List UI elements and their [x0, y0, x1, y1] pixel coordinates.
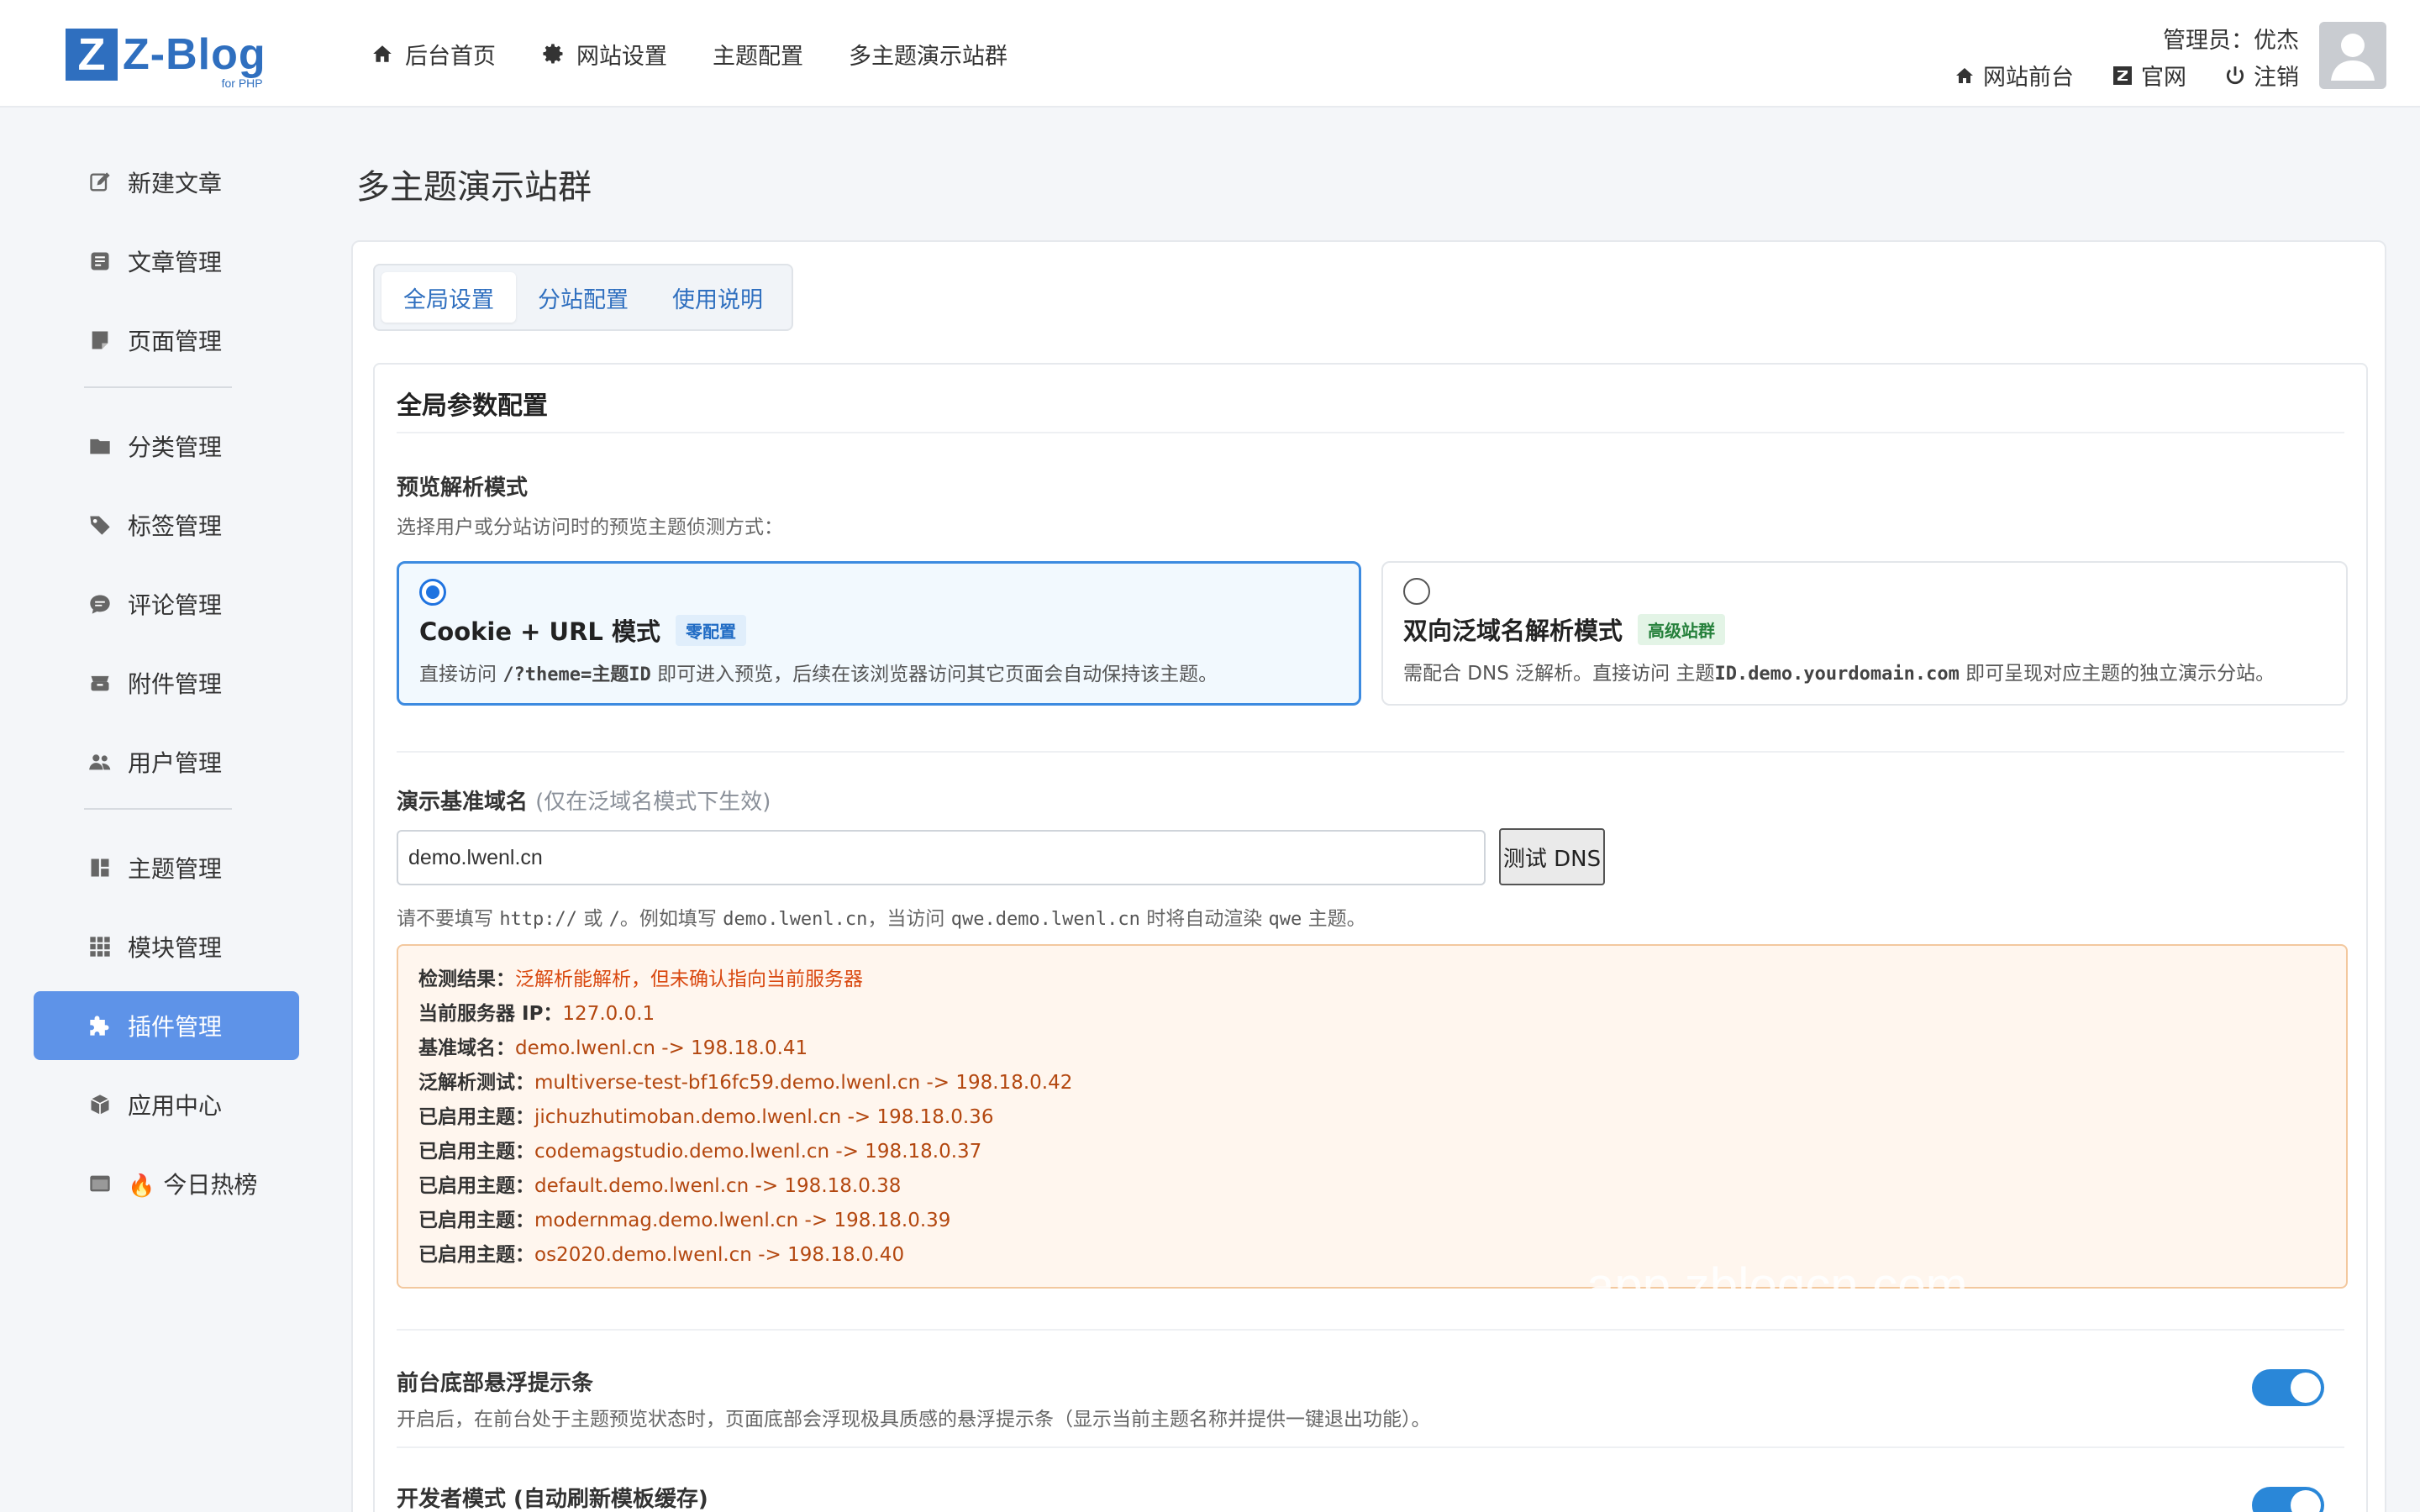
tag-icon: [87, 512, 113, 538]
sidebar-item-tag[interactable]: 标签管理: [34, 491, 299, 559]
radio-wildcard-domain[interactable]: [1403, 578, 1430, 605]
fire-emoji: 🔥: [128, 1173, 155, 1199]
divider: [397, 432, 2344, 433]
logo-name: Z-Blog: [123, 30, 266, 79]
test-dns-button[interactable]: 测试 DNS: [1499, 828, 1605, 885]
link-official[interactable]: 官网: [2111, 59, 2186, 92]
preview-mode-desc: 选择用户或分站访问时的预览主题侦测方式：: [397, 517, 783, 538]
page-title: 多主题演示站群: [356, 168, 592, 207]
box-icon: [87, 1092, 113, 1117]
result-row: 已启用主题：codemagstudio.demo.lwenl.cn -> 198…: [418, 1141, 982, 1163]
result-row: 已启用主题：default.demo.lwenl.cn -> 198.18.0.…: [418, 1175, 902, 1197]
comment-icon: [87, 591, 113, 617]
grid-icon: [87, 934, 113, 959]
result-row: 基准域名：demo.lwenl.cn -> 198.18.0.41: [418, 1037, 808, 1059]
floating-bar-desc: 开启后，在前台处于主题预览状态时，页面底部会浮现极具质感的悬浮提示条（显示当前主…: [397, 1409, 1431, 1431]
sidebar-divider: [84, 386, 232, 388]
sidebar-item-plugin[interactable]: 插件管理: [34, 991, 299, 1060]
badge-zero-config: 零配置: [675, 614, 746, 646]
sidebar-item-comment[interactable]: 评论管理: [34, 570, 299, 638]
home-icon: [370, 41, 395, 66]
article-icon: [87, 249, 113, 274]
theme-icon: [87, 855, 113, 880]
result-row: 泛解析测试：multiverse-test-bf16fc59.demo.lwen…: [418, 1072, 1073, 1094]
dns-result-box: 检测结果：泛解析能解析，但未确认指向当前服务器 当前服务器 IP：127.0.0…: [397, 944, 2348, 1289]
result-row: 已启用主题：jichuzhutimoban.demo.lwenl.cn -> 1…: [418, 1106, 994, 1128]
card-title: 全局参数配置: [397, 391, 548, 421]
sidebar-item-attachment[interactable]: 附件管理: [34, 648, 299, 717]
link-logout[interactable]: 注销: [2223, 59, 2299, 92]
zblog-logo-icon: [2111, 64, 2134, 87]
sidebar-item-hot-list[interactable]: 🔥 今日热榜: [34, 1149, 299, 1218]
option-cookie-url[interactable]: Cookie + URL 模式 零配置 直接访问 /?theme=主题ID 即可…: [397, 561, 1361, 706]
nav-multi-theme[interactable]: 多主题演示站群: [849, 34, 1007, 74]
logo-sub: for PHP: [221, 76, 263, 90]
radio-cookie-url[interactable]: [419, 579, 446, 606]
logo-mark: Z: [66, 29, 118, 81]
window-icon: [87, 1171, 113, 1196]
sidebar-divider: [84, 808, 232, 810]
nav-site-settings[interactable]: 网站设置: [541, 34, 667, 74]
tab-site-config[interactable]: 分站配置: [516, 272, 650, 323]
quick-links: 网站前台 官网 注销: [1953, 59, 2299, 92]
badge-advanced: 高级站群: [1638, 613, 1726, 645]
result-row: 当前服务器 IP：127.0.0.1: [418, 1003, 655, 1025]
option-desc: 直接访问 /?theme=主题ID 即可进入预览，后续在该浏览器访问其它页面会自…: [419, 664, 1218, 685]
watermark: app.zblogcn.com: [1586, 1257, 1968, 1314]
divider: [397, 1446, 2344, 1448]
zblog-logo[interactable]: Z Z-Blog for PHP: [66, 25, 266, 90]
sidebar-item-theme[interactable]: 主题管理: [34, 833, 299, 902]
option-title: 双向泛域名解析模式: [1403, 617, 1623, 645]
nav-theme-config[interactable]: 主题配置: [713, 34, 803, 74]
sidebar-item-page-manage[interactable]: 页面管理: [34, 306, 299, 375]
avatar[interactable]: [2319, 22, 2386, 89]
option-wildcard-domain[interactable]: 双向泛域名解析模式 高级站群 需配合 DNS 泛解析。直接访问 主题ID.dem…: [1381, 561, 2348, 706]
sidebar-item-new-article[interactable]: 新建文章: [34, 148, 299, 217]
admin-label: 管理员：优杰: [2163, 28, 2299, 54]
tab-global-settings[interactable]: 全局设置: [381, 272, 516, 323]
top-header: Z Z-Blog for PHP 后台首页 网站设置 主题配置 多主题演示站群 …: [0, 0, 2420, 108]
sidebar-item-category[interactable]: 分类管理: [34, 412, 299, 480]
sidebar-item-app-center[interactable]: 应用中心: [34, 1070, 299, 1139]
sidebar-item-article-manage[interactable]: 文章管理: [34, 227, 299, 296]
sidebar-item-module[interactable]: 模块管理: [34, 912, 299, 981]
preview-mode-label: 预览解析模式: [397, 475, 529, 501]
header-user-area: 管理员：优杰 网站前台 官网 注销: [1953, 22, 2299, 92]
tab-bar: 全局设置 分站配置 使用说明: [373, 264, 793, 331]
dev-mode-toggle[interactable]: [2252, 1487, 2324, 1512]
top-nav: 后台首页 网站设置 主题配置 多主题演示站群: [370, 34, 1007, 74]
floating-bar-toggle[interactable]: [2252, 1369, 2324, 1406]
dev-mode-label: 开发者模式 (自动刷新模板缓存): [397, 1487, 708, 1512]
gear-icon: [541, 41, 566, 66]
folder-icon: [87, 433, 113, 459]
base-domain-input[interactable]: [397, 830, 1486, 885]
global-config-card: 全局参数配置 预览解析模式 选择用户或分站访问时的预览主题侦测方式： Cooki…: [373, 363, 2368, 1512]
power-icon: [2223, 64, 2247, 87]
nav-dashboard[interactable]: 后台首页: [370, 34, 496, 74]
sidebar: 新建文章 文章管理 页面管理 分类管理 标签管理 评论管理 附件管理 用户管理 …: [34, 148, 299, 1228]
link-site-front[interactable]: 网站前台: [1953, 59, 2074, 92]
tab-usage[interactable]: 使用说明: [650, 272, 785, 323]
result-row: 检测结果：泛解析能解析，但未确认指向当前服务器: [418, 969, 863, 990]
page-icon: [87, 328, 113, 353]
sidebar-item-users[interactable]: 用户管理: [34, 727, 299, 796]
edit-icon: [87, 170, 113, 195]
puzzle-icon: [87, 1013, 113, 1038]
base-domain-label: 演示基准域名 (仅在泛域名模式下生效): [397, 790, 771, 815]
attachment-icon: [87, 670, 113, 696]
divider: [397, 1329, 2344, 1331]
floating-bar-label: 前台底部悬浮提示条: [397, 1371, 594, 1396]
result-row: 已启用主题：modernmag.demo.lwenl.cn -> 198.18.…: [418, 1210, 951, 1231]
home-icon: [1953, 64, 1976, 87]
option-title: Cookie + URL 模式: [419, 617, 660, 646]
users-icon: [87, 749, 113, 774]
divider: [397, 751, 2344, 753]
option-desc: 需配合 DNS 泛解析。直接访问 主题ID.demo.yourdomain.co…: [1403, 663, 2275, 685]
base-domain-hint: 请不要填写 http:// 或 /。例如填写 demo.lwenl.cn，当访问…: [397, 908, 1366, 930]
